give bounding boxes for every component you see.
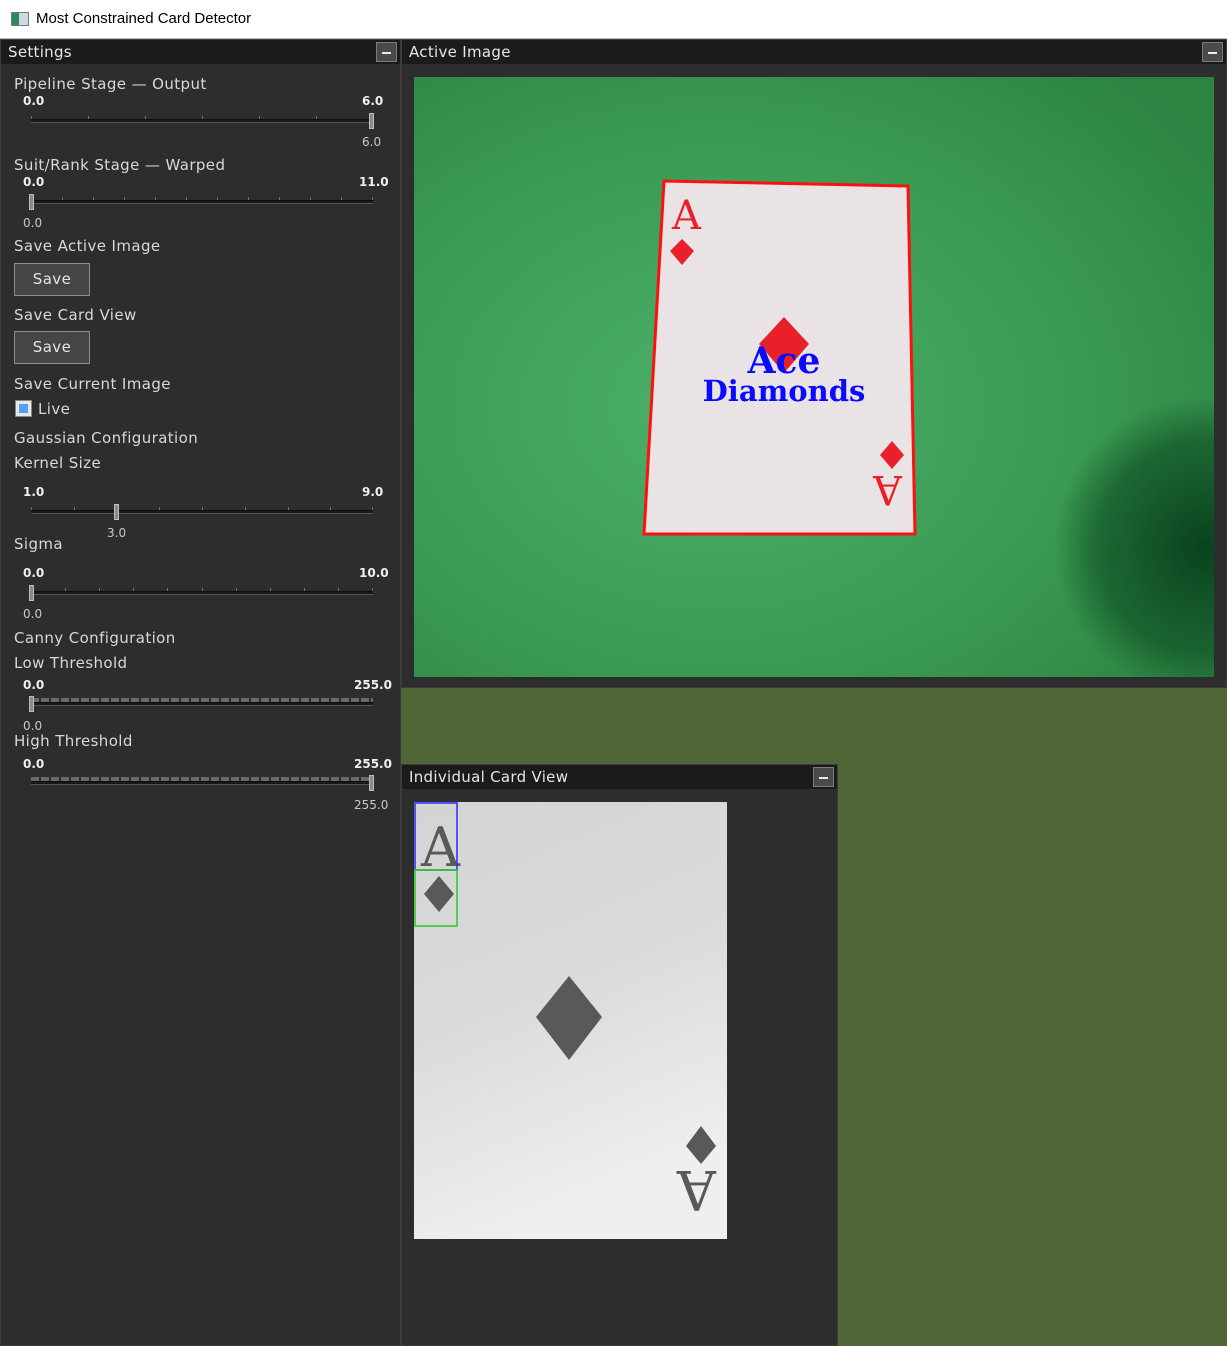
suit-rank-stage-label: Suit/Rank Stage — Warped — [14, 156, 226, 174]
high-threshold-min: 0.0 — [23, 757, 45, 771]
low-threshold-slider[interactable] — [29, 692, 373, 716]
active-image-collapse-button[interactable] — [1202, 42, 1223, 62]
corner-rank-text: A — [671, 193, 702, 239]
active-image-title: Active Image — [409, 43, 511, 61]
gaussian-section-label: Gaussian Configuration — [14, 429, 199, 447]
card-view-panel: Individual Card View A A — [401, 764, 838, 1346]
live-checkbox[interactable] — [15, 400, 32, 417]
sigma-slider[interactable] — [29, 581, 373, 605]
pipeline-stage-value: 6.0 — [362, 135, 382, 149]
window-title: Most Constrained Card Detector — [36, 10, 252, 27]
low-threshold-min: 0.0 — [23, 678, 45, 692]
low-threshold-handle[interactable] — [29, 696, 34, 712]
sigma-label: Sigma — [14, 535, 64, 553]
suit-rank-stage-value: 0.0 — [23, 216, 43, 230]
settings-panel: Settings Pipeline Stage — Output 0.0 6.0… — [0, 39, 401, 1346]
card-view-title: Individual Card View — [409, 768, 569, 786]
warped-card-image: A A — [414, 802, 727, 1239]
save-card-button[interactable]: Save — [14, 331, 90, 364]
save-current-label: Save Current Image — [14, 375, 171, 393]
card-view-collapse-button[interactable] — [813, 767, 834, 787]
sigma-value: 0.0 — [23, 607, 43, 621]
suit-rank-stage-max: 11.0 — [359, 175, 389, 189]
live-checkbox-label[interactable]: Live — [38, 400, 70, 418]
window-titlebar: Most Constrained Card Detector — [0, 0, 1227, 39]
checkbox-checked-mark — [19, 404, 28, 413]
detected-suit-label: Diamonds — [703, 374, 866, 408]
active-image-view: A A Ace Diamonds — [414, 77, 1214, 677]
sigma-min: 0.0 — [23, 566, 45, 580]
active-image-panel: Active Image A A Ace Diamonds — [401, 39, 1227, 688]
card-view-image: A A — [414, 802, 727, 1239]
sigma-max: 10.0 — [359, 566, 389, 580]
save-card-label: Save Card View — [14, 306, 137, 324]
suit-rank-stage-handle[interactable] — [29, 194, 34, 210]
kernel-size-label: Kernel Size — [14, 454, 102, 472]
camera-frame-image: A A Ace Diamonds — [414, 77, 1214, 677]
kernel-size-min: 1.0 — [23, 485, 45, 499]
sigma-handle[interactable] — [29, 585, 34, 601]
app-icon — [11, 12, 29, 26]
high-threshold-slider[interactable] — [31, 771, 374, 795]
save-active-label: Save Active Image — [14, 237, 161, 255]
card-rank-inverted-text: A — [676, 1158, 717, 1221]
high-threshold-max: 255.0 — [354, 757, 392, 771]
save-active-button[interactable]: Save — [14, 263, 90, 296]
kernel-size-max: 9.0 — [362, 485, 384, 499]
kernel-size-handle[interactable] — [114, 504, 119, 520]
suit-rank-stage-slider[interactable] — [29, 190, 373, 214]
high-threshold-label: High Threshold — [14, 732, 133, 750]
active-image-header[interactable]: Active Image — [402, 40, 1226, 64]
low-threshold-label: Low Threshold — [14, 654, 128, 672]
canny-section-label: Canny Configuration — [14, 629, 176, 647]
pipeline-stage-handle[interactable] — [369, 113, 374, 129]
corner-rank-inverted-text: A — [872, 466, 903, 512]
pipeline-stage-slider[interactable] — [31, 109, 374, 133]
kernel-size-value: 3.0 — [107, 526, 127, 540]
kernel-size-slider[interactable] — [31, 500, 373, 524]
pipeline-stage-max: 6.0 — [362, 94, 384, 108]
settings-header[interactable]: Settings — [1, 40, 400, 64]
suit-rank-stage-min: 0.0 — [23, 175, 45, 189]
card-view-header[interactable]: Individual Card View — [402, 765, 837, 789]
settings-title: Settings — [8, 43, 72, 61]
high-threshold-value: 255.0 — [354, 798, 389, 812]
low-threshold-max: 255.0 — [354, 678, 392, 692]
pipeline-stage-min: 0.0 — [23, 94, 45, 108]
low-threshold-value: 0.0 — [23, 719, 43, 733]
pipeline-stage-label: Pipeline Stage — Output — [14, 75, 207, 93]
high-threshold-handle[interactable] — [369, 775, 374, 791]
settings-collapse-button[interactable] — [376, 42, 397, 62]
